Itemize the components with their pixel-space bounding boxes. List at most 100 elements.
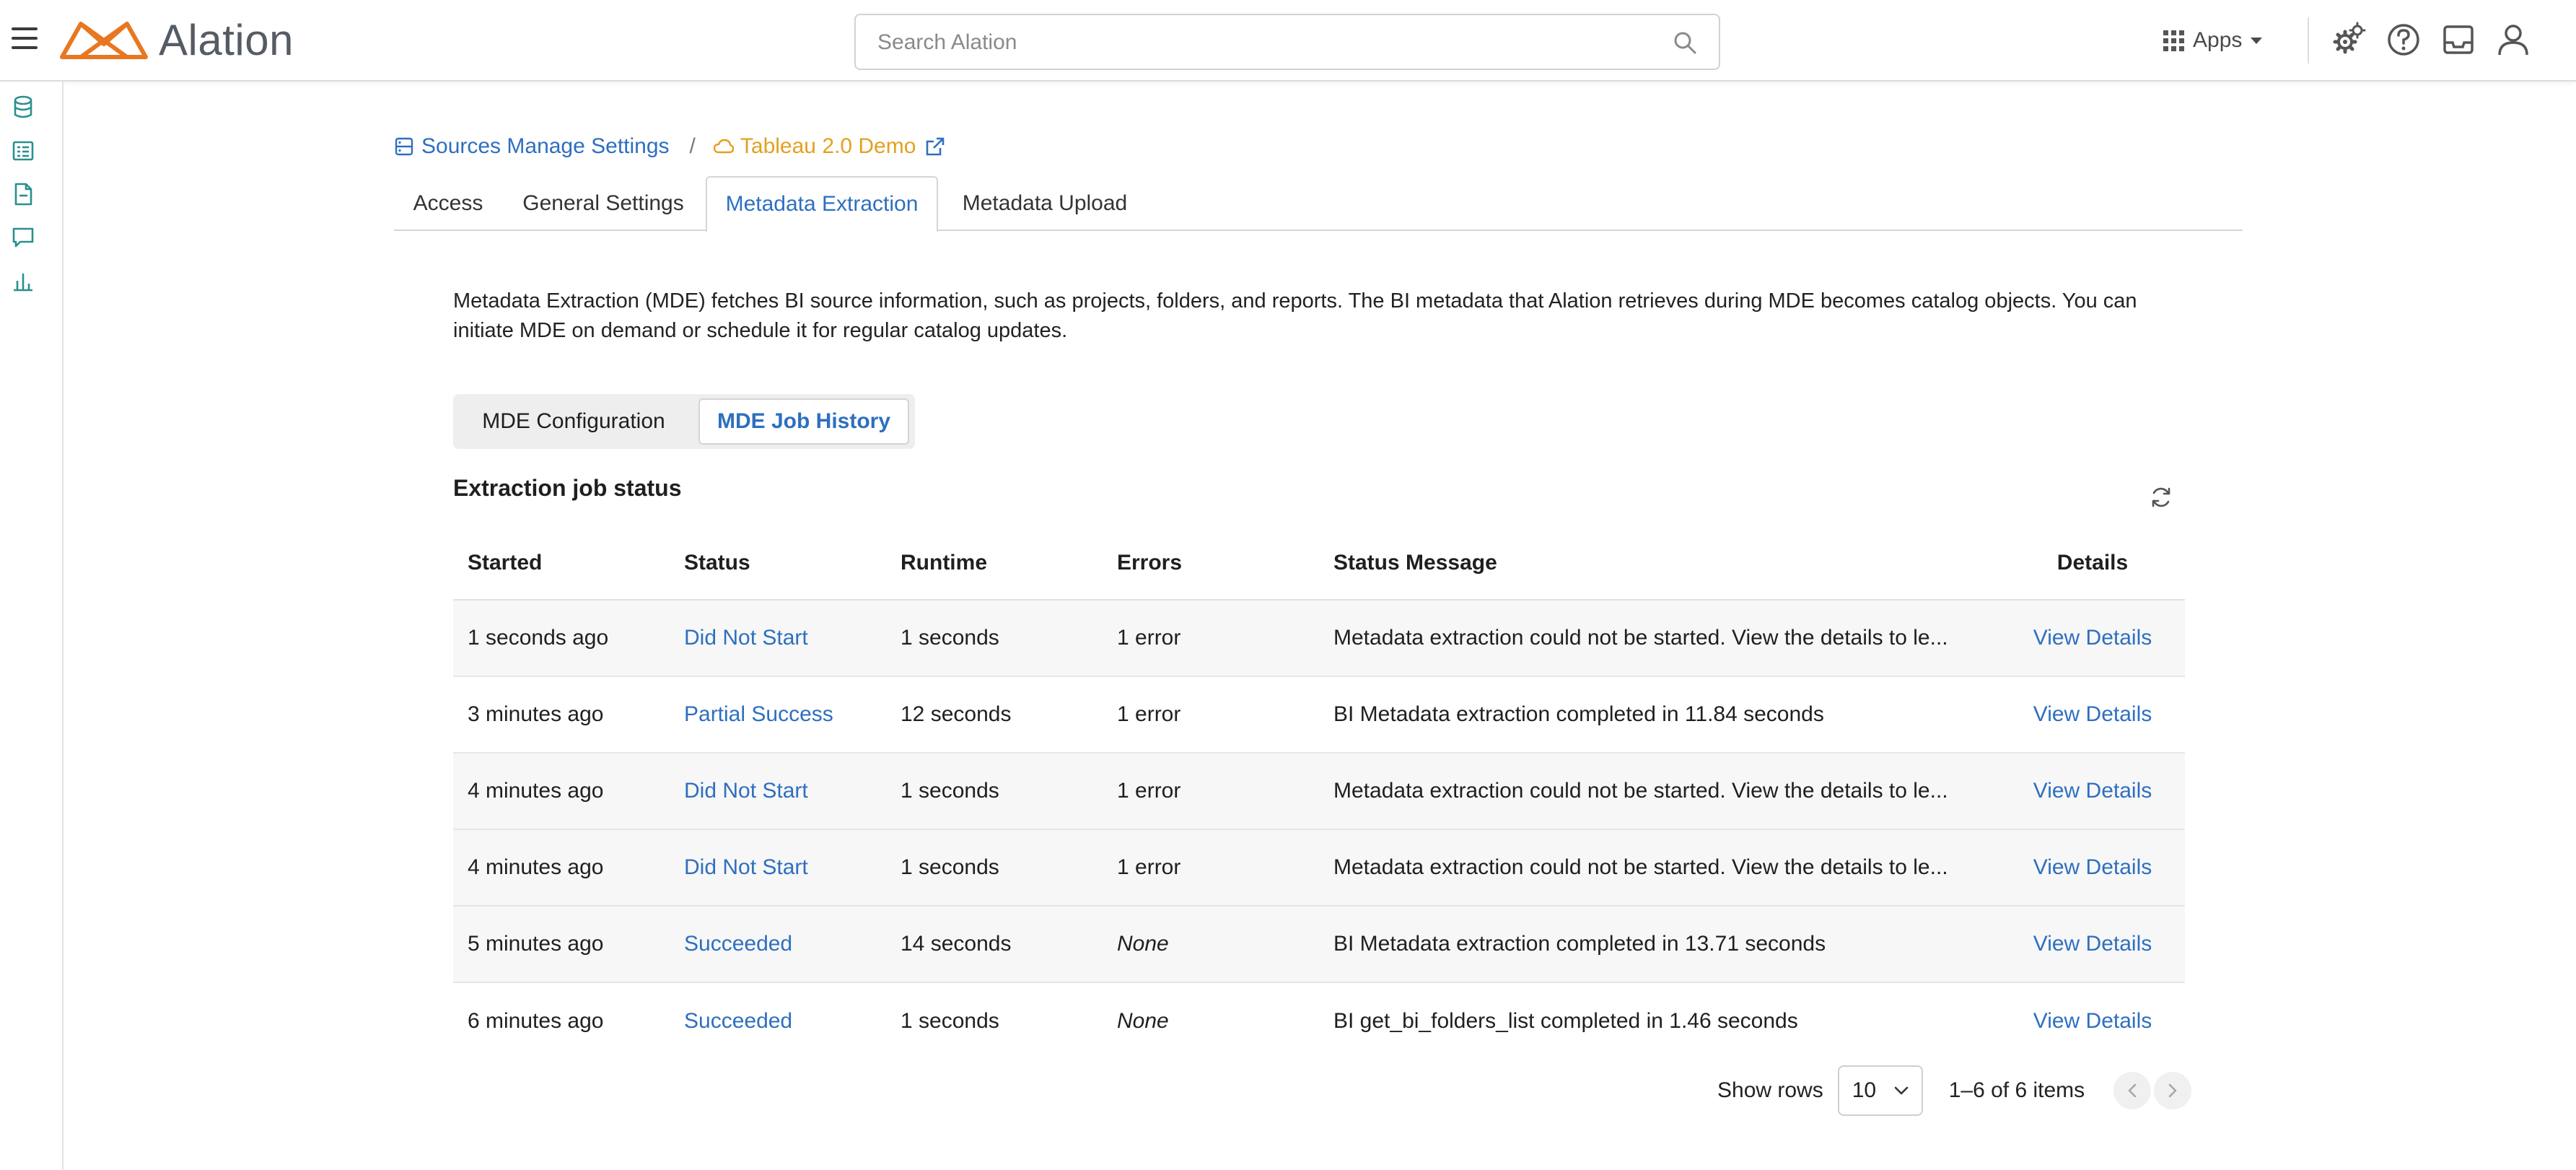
view-details-link[interactable]: View Details	[2000, 702, 2185, 727]
section-title: Extraction job status	[453, 475, 682, 501]
status-link[interactable]: Succeeded	[670, 1009, 886, 1034]
started-cell: 5 minutes ago	[468, 932, 604, 956]
view-details-link[interactable]: View Details	[2000, 932, 2185, 956]
view-details-link[interactable]: View Details	[2000, 779, 2185, 803]
runtime-cell: 1 seconds	[901, 626, 999, 650]
caret-down-icon	[2251, 37, 2263, 44]
breadcrumb-sources-link[interactable]: Sources Manage Settings	[394, 134, 670, 159]
errors-cell: None	[1117, 1009, 1169, 1033]
apps-label: Apps	[2193, 28, 2243, 52]
runtime-cell: 1 seconds	[901, 855, 999, 879]
mde-view-switcher: MDE Configuration MDE Job History	[453, 394, 915, 449]
pagination-range: 1–6 of 6 items	[1948, 1078, 2085, 1102]
tab-general-settings[interactable]: General Settings	[502, 176, 704, 231]
table-row: 6 minutes ago Succeeded 1 seconds None B…	[453, 983, 2185, 1060]
catalog-list-icon[interactable]	[10, 138, 36, 164]
mde-configuration-button[interactable]: MDE Configuration	[459, 398, 688, 445]
errors-cell: 1 error	[1117, 702, 1181, 726]
status-link[interactable]: Succeeded	[670, 932, 886, 956]
cloud-icon	[713, 139, 735, 154]
status-link[interactable]: Partial Success	[670, 702, 886, 727]
status-message-cell: BI get_bi_folders_list completed in 1.46…	[1333, 1009, 1798, 1033]
topbar-divider	[2308, 17, 2309, 64]
table-row: 5 minutes ago Succeeded 14 seconds None …	[453, 907, 2185, 983]
settings-gears-icon[interactable]	[2331, 22, 2367, 58]
tab-metadata-upload[interactable]: Metadata Upload	[939, 176, 1150, 231]
started-cell: 6 minutes ago	[468, 1009, 604, 1033]
conversation-icon[interactable]	[10, 224, 36, 250]
status-link[interactable]: Did Not Start	[670, 779, 886, 803]
tab-metadata-extraction[interactable]: Metadata Extraction	[706, 176, 938, 232]
document-icon[interactable]	[10, 181, 36, 207]
status-message-cell: Metadata extraction could not be started…	[1333, 855, 1948, 879]
next-page-button[interactable]	[2154, 1072, 2192, 1109]
user-profile-icon[interactable]	[2495, 22, 2531, 58]
status-message-cell: BI Metadata extraction completed in 13.7…	[1333, 932, 1826, 956]
chevron-left-icon	[2128, 1083, 2137, 1098]
column-header-started[interactable]: Started	[453, 551, 670, 575]
column-header-status-message[interactable]: Status Message	[1319, 551, 2000, 575]
column-header-errors[interactable]: Errors	[1103, 551, 1319, 575]
errors-cell: None	[1117, 932, 1169, 956]
search-icon[interactable]	[1673, 30, 1697, 55]
brand-name: Alation	[159, 15, 294, 64]
table-row: 4 minutes ago Did Not Start 1 seconds 1 …	[453, 754, 2185, 830]
table-header: Started Status Runtime Errors Status Mes…	[453, 527, 2185, 601]
tab-access[interactable]: Access	[394, 176, 502, 231]
breadcrumb: Sources Manage Settings / Tableau 2.0 De…	[394, 131, 946, 162]
runtime-cell: 1 seconds	[901, 779, 999, 803]
status-link[interactable]: Did Not Start	[670, 626, 886, 650]
database-icon[interactable]	[10, 95, 36, 121]
help-icon[interactable]	[2386, 22, 2422, 58]
pagination: Show rows 10 1–6 of 6 items	[1717, 1065, 2192, 1116]
refresh-icon[interactable]	[2149, 485, 2173, 510]
runtime-cell: 1 seconds	[901, 1009, 999, 1033]
errors-cell: 1 error	[1117, 855, 1181, 879]
column-header-details: Details	[2056, 551, 2129, 575]
settings-tabs: Access General Settings Metadata Extract…	[394, 176, 2243, 232]
chevron-down-icon	[1894, 1086, 1909, 1095]
table-row: 1 seconds ago Did Not Start 1 seconds 1 …	[453, 601, 2185, 677]
started-cell: 3 minutes ago	[468, 702, 604, 726]
view-details-link[interactable]: View Details	[2000, 626, 2185, 650]
server-icon	[395, 137, 413, 156]
alation-logo-mark-icon	[60, 22, 148, 59]
external-link-icon[interactable]	[924, 136, 946, 157]
table-row: 3 minutes ago Partial Success 12 seconds…	[453, 677, 2185, 754]
inbox-icon[interactable]	[2440, 22, 2476, 58]
runtime-cell: 12 seconds	[901, 702, 1012, 726]
column-header-runtime[interactable]: Runtime	[886, 551, 1103, 575]
search-input[interactable]	[877, 25, 1657, 60]
mde-description: Metadata Extraction (MDE) fetches BI sou…	[453, 289, 2137, 342]
breadcrumb-current-source[interactable]: Tableau 2.0 Demo	[713, 134, 947, 159]
started-cell: 4 minutes ago	[468, 779, 604, 803]
previous-page-button[interactable]	[2113, 1072, 2152, 1109]
started-cell: 1 seconds ago	[468, 626, 609, 650]
errors-cell: 1 error	[1117, 779, 1181, 803]
breadcrumb-current-label: Tableau 2.0 Demo	[740, 134, 916, 158]
view-details-link[interactable]: View Details	[2000, 1009, 2185, 1034]
rows-per-page-value: 10	[1852, 1078, 1877, 1102]
top-bar: Alation Apps	[0, 0, 2576, 82]
errors-cell: 1 error	[1117, 626, 1181, 650]
view-details-link[interactable]: View Details	[2000, 855, 2185, 880]
chevron-right-icon	[2168, 1083, 2177, 1098]
apps-menu-button[interactable]: Apps	[2163, 23, 2263, 58]
alation-logo[interactable]: Alation	[59, 16, 294, 64]
breadcrumb-sources-label: Sources Manage Settings	[421, 134, 670, 158]
apps-grid-icon	[2163, 30, 2184, 51]
search-box[interactable]	[854, 14, 1720, 70]
status-message-cell: Metadata extraction could not be started…	[1333, 779, 1948, 803]
status-link[interactable]: Did Not Start	[670, 855, 886, 880]
rows-per-page-select[interactable]: 10	[1837, 1065, 1923, 1116]
show-rows-label: Show rows	[1717, 1078, 1823, 1102]
analytics-chart-icon[interactable]	[10, 268, 36, 294]
status-message-cell: BI Metadata extraction completed in 11.8…	[1333, 702, 1824, 726]
mde-job-history-button[interactable]: MDE Job History	[698, 398, 909, 445]
extraction-job-table: Started Status Runtime Errors Status Mes…	[453, 527, 2185, 1060]
status-message-cell: Metadata extraction could not be started…	[1333, 626, 1948, 650]
column-header-status[interactable]: Status	[670, 551, 886, 575]
started-cell: 4 minutes ago	[468, 855, 604, 879]
menu-icon[interactable]	[12, 27, 38, 49]
left-nav-rail	[0, 82, 63, 1170]
